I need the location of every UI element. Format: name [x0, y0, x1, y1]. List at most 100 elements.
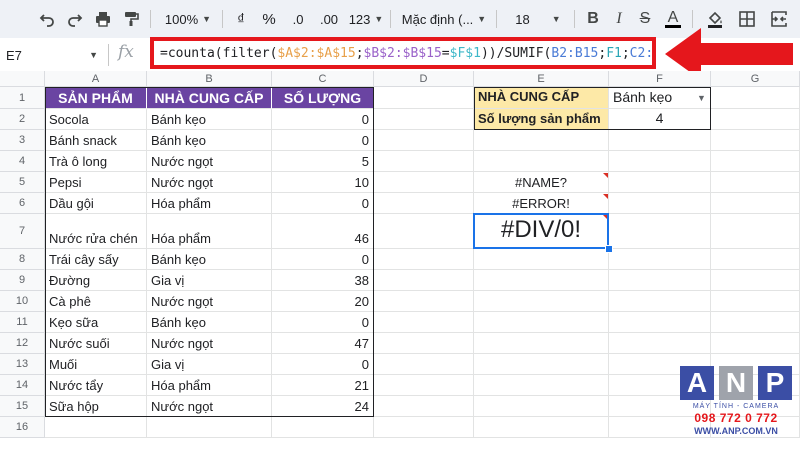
grid-cell[interactable] — [609, 130, 711, 151]
table-cell[interactable]: Trà ô long — [45, 151, 147, 172]
table-cell[interactable]: 5 — [272, 151, 374, 172]
grid-cell[interactable] — [609, 333, 711, 354]
table-cell[interactable]: Gia vị — [147, 354, 272, 375]
table-cell[interactable]: Nước tẩy — [45, 375, 147, 396]
formula-input[interactable]: =counta(filter($A$2:$A$15; $B$2:$B$15 = $F$… — [150, 37, 656, 69]
table-cell[interactable]: Nước ngọt — [147, 396, 272, 417]
fill-handle[interactable] — [605, 245, 613, 253]
grid-cell[interactable] — [147, 417, 272, 438]
table-cell[interactable]: Kẹo sữa — [45, 312, 147, 333]
grid-cell[interactable] — [711, 333, 800, 354]
row-header-11[interactable]: 11 — [0, 312, 45, 333]
row-header-16[interactable]: 16 — [0, 417, 45, 438]
table-cell[interactable]: Hóa phẩm — [147, 375, 272, 396]
row-header-1[interactable]: 1 — [0, 87, 45, 109]
table-cell[interactable]: Sữa hộp — [45, 396, 147, 417]
table-cell[interactable]: 10 — [272, 172, 374, 193]
error-cell-div0[interactable]: #DIV/0! — [474, 214, 609, 249]
font-size-select[interactable]: 18 ▼ — [508, 6, 568, 32]
table-cell[interactable]: Hóa phẩm — [147, 193, 272, 214]
supplier-dropdown[interactable]: Bánh kẹo — [609, 87, 711, 109]
grid-cell[interactable] — [272, 417, 374, 438]
table-cell[interactable]: Bánh kẹo — [147, 249, 272, 270]
column-header-c[interactable]: C — [272, 71, 374, 87]
grid-cell[interactable] — [374, 109, 474, 130]
grid-cell[interactable] — [711, 130, 800, 151]
count-value-cell[interactable]: 4 — [609, 109, 711, 130]
grid-cell[interactable] — [474, 151, 609, 172]
table-cell[interactable]: 24 — [272, 396, 374, 417]
grid-cell[interactable] — [374, 193, 474, 214]
grid-cell[interactable] — [474, 333, 609, 354]
grid-cell[interactable] — [474, 375, 609, 396]
strikethrough-button[interactable]: S — [634, 6, 656, 32]
column-header-b[interactable]: B — [147, 71, 272, 87]
table-cell[interactable]: 0 — [272, 249, 374, 270]
name-box[interactable]: E7 ▼ — [6, 44, 98, 66]
increase-decimal-button[interactable]: .00 — [312, 6, 346, 32]
table-cell[interactable]: 0 — [272, 354, 374, 375]
grid-cell[interactable] — [374, 375, 474, 396]
grid-cell[interactable] — [374, 417, 474, 438]
table-cell[interactable]: Socola — [45, 109, 147, 130]
table-cell[interactable]: Gia vị — [147, 270, 272, 291]
row-header-13[interactable]: 13 — [0, 354, 45, 375]
grid-cell[interactable] — [374, 270, 474, 291]
redo-icon[interactable] — [62, 6, 88, 32]
grid-cell[interactable] — [374, 396, 474, 417]
table-cell[interactable]: 46 — [272, 214, 374, 249]
grid-cell[interactable] — [474, 396, 609, 417]
percent-button[interactable]: % — [258, 6, 280, 32]
grid-cell[interactable] — [609, 172, 711, 193]
grid-cell[interactable] — [374, 130, 474, 151]
table-cell[interactable]: Nước ngọt — [147, 291, 272, 312]
grid-cell[interactable] — [711, 214, 800, 249]
grid-cell[interactable] — [609, 193, 711, 214]
table-cell[interactable]: Bánh kẹo — [147, 109, 272, 130]
grid-cell[interactable] — [711, 291, 800, 312]
table-cell[interactable]: Pepsi — [45, 172, 147, 193]
row-header-3[interactable]: 3 — [0, 130, 45, 151]
table-cell[interactable]: Trái cây sấy — [45, 249, 147, 270]
row-header-14[interactable]: 14 — [0, 375, 45, 396]
table-cell[interactable]: 0 — [272, 193, 374, 214]
table-cell[interactable]: Bánh snack — [45, 130, 147, 151]
font-select[interactable]: Mặc định (... ▼ — [398, 6, 490, 32]
grid-cell[interactable] — [711, 151, 800, 172]
table-cell[interactable]: Cà phê — [45, 291, 147, 312]
grid-cell[interactable] — [711, 172, 800, 193]
column-header-g[interactable]: G — [711, 71, 800, 87]
table-header-cell[interactable]: NHÀ CUNG CẤP — [147, 87, 272, 109]
supplier-label-cell[interactable]: NHÀ CUNG CẤP — [474, 87, 609, 109]
table-cell[interactable]: Hóa phẩm — [147, 214, 272, 249]
grid-cell[interactable] — [711, 193, 800, 214]
row-header-9[interactable]: 9 — [0, 270, 45, 291]
row-header-4[interactable]: 4 — [0, 151, 45, 172]
grid-cell[interactable] — [609, 214, 711, 249]
column-header-e[interactable]: E — [474, 71, 609, 87]
grid-cell[interactable] — [374, 87, 474, 109]
table-cell[interactable]: Bánh kẹo — [147, 130, 272, 151]
table-header-cell[interactable]: SẢN PHẨM — [45, 87, 147, 109]
table-cell[interactable]: Muối — [45, 354, 147, 375]
grid-cell[interactable] — [374, 354, 474, 375]
row-header-6[interactable]: 6 — [0, 193, 45, 214]
grid-cell[interactable] — [374, 214, 474, 249]
row-header-5[interactable]: 5 — [0, 172, 45, 193]
table-header-cell[interactable]: SỐ LƯỢNG — [272, 87, 374, 109]
table-cell[interactable]: Đường — [45, 270, 147, 291]
table-cell[interactable]: 47 — [272, 333, 374, 354]
grid-cell[interactable] — [474, 291, 609, 312]
table-cell[interactable]: 0 — [272, 130, 374, 151]
grid-cell[interactable] — [711, 312, 800, 333]
row-header-10[interactable]: 10 — [0, 291, 45, 312]
zoom-select[interactable]: 100% ▼ — [158, 6, 218, 32]
grid-cell[interactable] — [609, 312, 711, 333]
decrease-decimal-button[interactable]: .0 — [284, 6, 312, 32]
italic-button[interactable]: I — [608, 6, 630, 32]
table-cell[interactable]: Nước rửa chén — [45, 214, 147, 249]
grid-cell[interactable] — [374, 151, 474, 172]
row-header-15[interactable]: 15 — [0, 396, 45, 417]
more-formats-button[interactable]: 123 ▼ — [346, 6, 386, 32]
grid-cell[interactable] — [474, 417, 609, 438]
